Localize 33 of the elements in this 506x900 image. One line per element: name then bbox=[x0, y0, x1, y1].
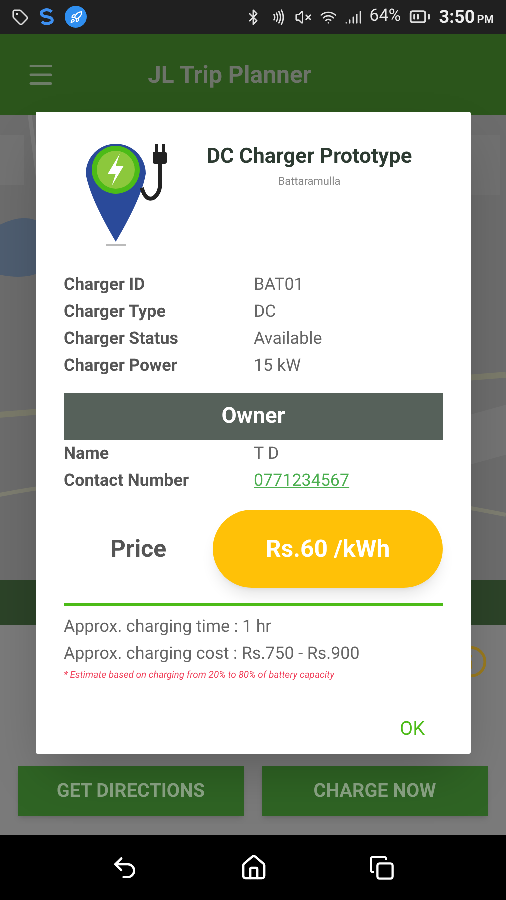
detail-value: DC bbox=[254, 300, 276, 324]
detail-label: Charger Status bbox=[64, 328, 180, 351]
phone-link[interactable]: 0771234567 bbox=[254, 468, 350, 494]
charger-location: Battaramulla bbox=[278, 174, 341, 190]
app-title: JL Trip Planner bbox=[148, 60, 312, 90]
price-label: Price bbox=[109, 534, 168, 565]
detail-label: Charger Power bbox=[64, 354, 178, 378]
recent-apps-icon[interactable] bbox=[369, 854, 396, 880]
estimate-text: Approx. charging time : 1 hr bbox=[64, 616, 272, 639]
action-button[interactable]: GET DIRECTIONS bbox=[18, 766, 244, 816]
clock: 3:50 PM bbox=[439, 6, 494, 30]
battery-text: 64% bbox=[370, 5, 402, 28]
tag-icon bbox=[12, 8, 29, 26]
detail-value: BAT01 bbox=[254, 274, 304, 297]
home-icon[interactable] bbox=[240, 854, 268, 882]
owner-header: Owner bbox=[64, 393, 443, 440]
detail-label: Charger Type bbox=[64, 300, 167, 324]
owner-label: Name bbox=[64, 442, 110, 466]
charger-title: DC Charger Prototype bbox=[206, 144, 412, 171]
detail-value: Available bbox=[254, 328, 322, 351]
signal-icon bbox=[344, 8, 362, 26]
action-button[interactable]: CHARGE NOW bbox=[262, 766, 488, 816]
estimate-text: Approx. charging cost : Rs.750 - Rs.900 bbox=[64, 643, 361, 666]
s-logo-icon bbox=[37, 7, 57, 27]
ok-button[interactable]: OK bbox=[392, 711, 433, 748]
price-badge: Rs.60 /kWh bbox=[213, 510, 443, 588]
estimate-note: * Estimate based on charging from 20% to 80% of battery capacity bbox=[64, 669, 336, 683]
mute-icon bbox=[294, 8, 312, 26]
owner-label: Contact Number bbox=[64, 470, 190, 493]
detail-label: Charger ID bbox=[64, 274, 146, 297]
rocket-icon bbox=[65, 6, 87, 28]
detail-value: 15 kW bbox=[254, 354, 302, 378]
owner-value: T D bbox=[254, 442, 280, 466]
